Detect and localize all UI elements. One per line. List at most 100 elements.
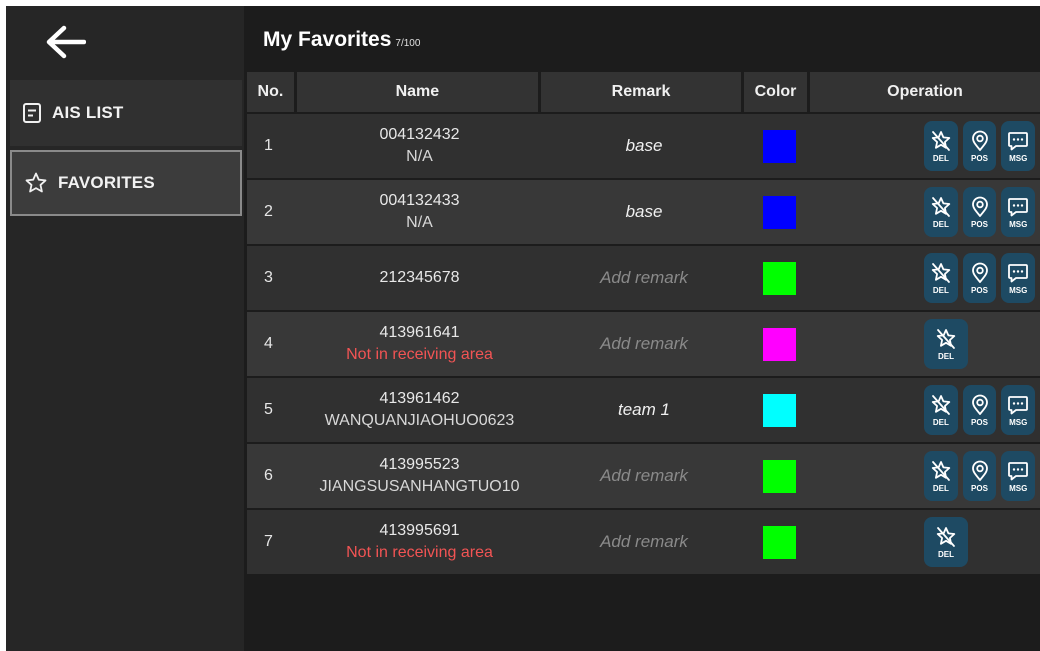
- star-remove-icon: [931, 263, 951, 283]
- color-swatch[interactable]: [762, 129, 796, 163]
- remark-cell[interactable]: Add remark: [542, 532, 746, 552]
- color-swatch[interactable]: [762, 525, 796, 559]
- column-header-operation: Operation: [809, 72, 1040, 112]
- op-label: DEL: [932, 484, 949, 493]
- color-swatch[interactable]: [762, 261, 796, 295]
- operation-cell: DEL POS MSG: [812, 187, 1040, 237]
- remark-text: Add remark: [600, 268, 688, 287]
- vessel-mmsi: 212345678: [379, 269, 460, 286]
- remark-text: Add remark: [600, 334, 688, 353]
- op-label: DEL: [932, 418, 949, 427]
- message-icon: [1008, 396, 1029, 415]
- row-number: 3: [264, 269, 273, 286]
- vessel-name: Not in receiving area: [346, 346, 493, 363]
- column-header-color: Color: [744, 72, 807, 112]
- color-cell: [746, 393, 812, 427]
- vessel-name-cell: 004132432 N/A: [297, 124, 542, 168]
- vessel-mmsi: 413961641: [379, 324, 460, 341]
- delete-favorite-button[interactable]: DEL: [924, 121, 958, 171]
- position-button[interactable]: POS: [962, 187, 997, 237]
- operation-cell: DEL: [812, 319, 1040, 369]
- delete-favorite-button[interactable]: DEL: [924, 187, 958, 237]
- color-cell: [746, 129, 812, 163]
- table-row[interactable]: 1 004132432 N/A base DEL POS MSG: [247, 114, 1040, 178]
- color-swatch[interactable]: [762, 459, 796, 493]
- vessel-name-cell: 413961462 WANQUANJIAOHUO0623: [297, 388, 542, 432]
- row-number: 2: [264, 203, 273, 220]
- table-row[interactable]: 3 212345678 Add remark DEL POS MSG: [247, 246, 1040, 310]
- color-swatch[interactable]: [762, 195, 796, 229]
- star-icon: [25, 172, 47, 193]
- star-remove-icon: [931, 395, 951, 415]
- remark-cell[interactable]: team 1: [542, 400, 746, 420]
- vessel-name-cell: 413961641 Not in receiving area: [297, 322, 542, 366]
- star-remove-icon: [931, 131, 951, 151]
- op-label: POS: [971, 418, 988, 427]
- star-remove-icon: [931, 461, 951, 481]
- op-label: POS: [971, 220, 988, 229]
- message-button[interactable]: MSG: [1001, 451, 1036, 501]
- star-remove-icon: [936, 527, 956, 547]
- table-row[interactable]: 4 413961641 Not in receiving area Add remar…: [247, 312, 1040, 376]
- op-label: MSG: [1009, 484, 1028, 493]
- position-button[interactable]: POS: [962, 385, 997, 435]
- vessel-name-cell: 212345678: [297, 267, 542, 289]
- arrow-left-icon: [46, 25, 86, 59]
- position-button[interactable]: POS: [962, 451, 997, 501]
- vessel-name: JIANGSUSANHANGTUO10: [319, 478, 520, 495]
- main-panel: My Favorites 7/100 No. Name Remark Color…: [247, 6, 1040, 651]
- table-row[interactable]: 7 413995691 Not in receiving area Add remar…: [247, 510, 1040, 574]
- table-row[interactable]: 6 413995523 JIANGSUSANHANGTUO10 Add remark D…: [247, 444, 1040, 508]
- message-button[interactable]: MSG: [1001, 385, 1036, 435]
- sidebar-item-label: FAVORITES: [58, 173, 155, 192]
- sidebar-item-ais-list[interactable]: AIS LIST: [10, 80, 242, 146]
- remark-text: Add remark: [600, 466, 688, 485]
- operation-cell: DEL POS MSG: [812, 253, 1040, 303]
- table-row[interactable]: 2 004132433 N/A base DEL POS MSG: [247, 180, 1040, 244]
- remark-text: base: [625, 136, 663, 155]
- remark-cell[interactable]: base: [542, 202, 746, 222]
- delete-favorite-button[interactable]: DEL: [924, 385, 958, 435]
- op-label: MSG: [1009, 220, 1028, 229]
- sidebar-item-favorites[interactable]: FAVORITES: [10, 150, 242, 216]
- message-icon: [1008, 198, 1029, 217]
- table-row[interactable]: 5 413961462 WANQUANJIAOHUO0623 team 1 DEL POS…: [247, 378, 1040, 442]
- op-label: POS: [971, 484, 988, 493]
- remark-cell[interactable]: base: [542, 136, 746, 156]
- location-pin-icon: [971, 130, 988, 151]
- position-button[interactable]: POS: [962, 253, 997, 303]
- table-header: No. Name Remark Color Operation: [247, 72, 1040, 112]
- vessel-name: Not in receiving area: [346, 544, 493, 561]
- message-icon: [1008, 264, 1029, 283]
- op-label: DEL: [932, 154, 949, 163]
- vessel-mmsi: 004132432: [379, 126, 460, 143]
- message-icon: [1008, 462, 1029, 481]
- message-button[interactable]: MSG: [1001, 121, 1036, 171]
- favorites-count: 7/100: [395, 38, 421, 49]
- operation-cell: DEL: [812, 517, 1040, 567]
- back-button[interactable]: [40, 22, 90, 62]
- message-button[interactable]: MSG: [1001, 253, 1036, 303]
- color-swatch[interactable]: [762, 327, 796, 361]
- location-pin-icon: [971, 460, 988, 481]
- vessel-name: N/A: [406, 214, 433, 231]
- sidebar: AIS LIST FAVORITES: [6, 6, 244, 651]
- op-label: DEL: [932, 286, 949, 295]
- favorites-table-body: 1 004132432 N/A base DEL POS MSG 2 004132433 N/A b…: [247, 114, 1040, 576]
- color-swatch[interactable]: [762, 393, 796, 427]
- delete-favorite-button[interactable]: DEL: [924, 319, 968, 369]
- remark-cell[interactable]: Add remark: [542, 268, 746, 288]
- remark-cell[interactable]: Add remark: [542, 334, 746, 354]
- position-button[interactable]: POS: [962, 121, 997, 171]
- op-label: DEL: [938, 352, 954, 361]
- operation-cell: DEL POS MSG: [812, 451, 1040, 501]
- delete-favorite-button[interactable]: DEL: [924, 517, 968, 567]
- delete-favorite-button[interactable]: DEL: [924, 451, 958, 501]
- app-window: AIS LIST FAVORITES My Favorites 7/100 No…: [6, 6, 1040, 651]
- vessel-mmsi: 413961462: [379, 390, 460, 407]
- remark-cell[interactable]: Add remark: [542, 466, 746, 486]
- column-header-remark: Remark: [540, 72, 742, 112]
- op-label: DEL: [932, 220, 949, 229]
- message-button[interactable]: MSG: [1001, 187, 1036, 237]
- delete-favorite-button[interactable]: DEL: [924, 253, 958, 303]
